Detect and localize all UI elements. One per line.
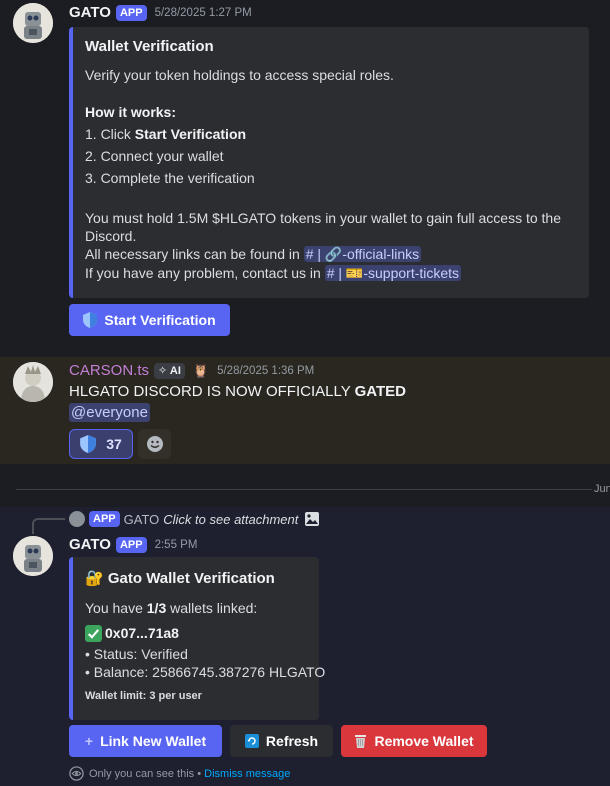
plus-icon: + — [84, 733, 94, 749]
timestamp: 5/28/2025 1:27 PM — [154, 6, 252, 19]
app-badge: APP — [115, 536, 147, 553]
wallet-balance: • Balance: 25866745.387276 HLGATO — [85, 664, 326, 680]
message-gato-wallet: APP GATO Click to see attachment GATO AP… — [0, 507, 610, 786]
shield-icon — [80, 435, 97, 453]
links-line: All necessary links can be found in # | … — [85, 246, 422, 262]
step-3: 3. Complete the verification — [85, 170, 255, 186]
image-icon — [304, 511, 320, 527]
wallet-limit: Wallet limit: 3 per user — [85, 690, 202, 702]
channel-official-links[interactable]: # | 🔗-official-links — [303, 246, 422, 262]
message-gato-verification: GATO APP 5/28/2025 1:27 PM Wallet Verifi… — [0, 0, 610, 350]
username[interactable]: GATO — [69, 4, 111, 21]
emoji-icon — [146, 435, 164, 453]
owl-icon: 🦉 — [192, 362, 210, 378]
trash-icon — [354, 734, 367, 748]
support-line: If you have any problem, contact us in #… — [85, 265, 462, 281]
username[interactable]: CARSON.ts — [69, 362, 149, 379]
lock-icon: 🔐 — [85, 570, 104, 587]
message-text: HLGATO DISCORD IS NOW OFFICIALLY GATED — [69, 383, 406, 400]
reply-connector — [32, 518, 65, 534]
reply-username: GATO — [123, 511, 160, 527]
timestamp: 2:55 PM — [154, 538, 198, 551]
hold-requirement-cont: Discord. — [85, 228, 137, 244]
check-icon — [85, 624, 102, 642]
reply-text: Click to see attachment — [163, 511, 299, 527]
app-badge: APP — [115, 4, 147, 21]
date-divider — [16, 489, 610, 490]
reply-preview[interactable]: APP GATO Click to see attachment — [69, 511, 320, 527]
username[interactable]: GATO — [69, 536, 111, 553]
how-it-works-heading: How it works: — [85, 104, 177, 120]
shield-icon — [83, 312, 98, 328]
everyone-mention[interactable]: @everyone — [69, 403, 150, 422]
start-verification-button[interactable]: Start Verification — [69, 304, 230, 336]
refresh-icon — [244, 734, 259, 748]
ticket-icon: 🎫 — [345, 265, 364, 281]
channel-support-tickets[interactable]: # | 🎫-support-tickets — [324, 265, 462, 281]
message-carson: CARSON.ts ✧ AI 🦉 5/28/2025 1:36 PM HLGAT… — [0, 357, 610, 464]
embed-title: 🔐 Gato Wallet Verification — [85, 570, 275, 587]
link-icon: 🔗 — [324, 246, 343, 262]
reaction-count: 37 — [106, 436, 122, 452]
app-badge: APP — [89, 511, 120, 527]
embed-description: Verify your token holdings to access spe… — [85, 67, 394, 83]
link-new-wallet-button[interactable]: + Link New Wallet — [69, 725, 222, 757]
wallet-address: 0x07...71a8 — [85, 624, 179, 642]
wallet-embed: 🔐 Gato Wallet Verification You have 1/3 … — [69, 557, 325, 720]
reply-avatar — [69, 511, 85, 527]
eye-icon — [69, 766, 84, 781]
add-reaction-button[interactable] — [138, 429, 171, 459]
dismiss-message-link[interactable]: Dismiss message — [204, 768, 290, 780]
reaction-shield[interactable]: 37 — [69, 429, 133, 459]
embed-title: Wallet Verification — [85, 38, 214, 55]
gato-avatar[interactable] — [13, 536, 53, 576]
date-divider-label: Jun — [592, 483, 610, 495]
verification-embed: Wallet Verification Verify your token ho… — [69, 27, 589, 298]
refresh-button[interactable]: Refresh — [230, 725, 333, 757]
wallets-linked: You have 1/3 wallets linked: — [85, 600, 258, 616]
carson-avatar[interactable] — [13, 362, 53, 402]
timestamp: 5/28/2025 1:36 PM — [217, 364, 315, 377]
step-2: 2. Connect your wallet — [85, 148, 224, 164]
hold-requirement: You must hold 1.5M $HLGATO tokens in you… — [85, 210, 561, 226]
gato-avatar[interactable] — [13, 3, 53, 43]
ephemeral-notice: Only you can see this • Dismiss message — [69, 766, 290, 781]
ai-badge: ✧ AI — [154, 362, 185, 379]
step-1: 1. Click Start Verification — [85, 126, 247, 142]
remove-wallet-button[interactable]: Remove Wallet — [341, 725, 487, 757]
wallet-status: • Status: Verified — [85, 646, 188, 662]
